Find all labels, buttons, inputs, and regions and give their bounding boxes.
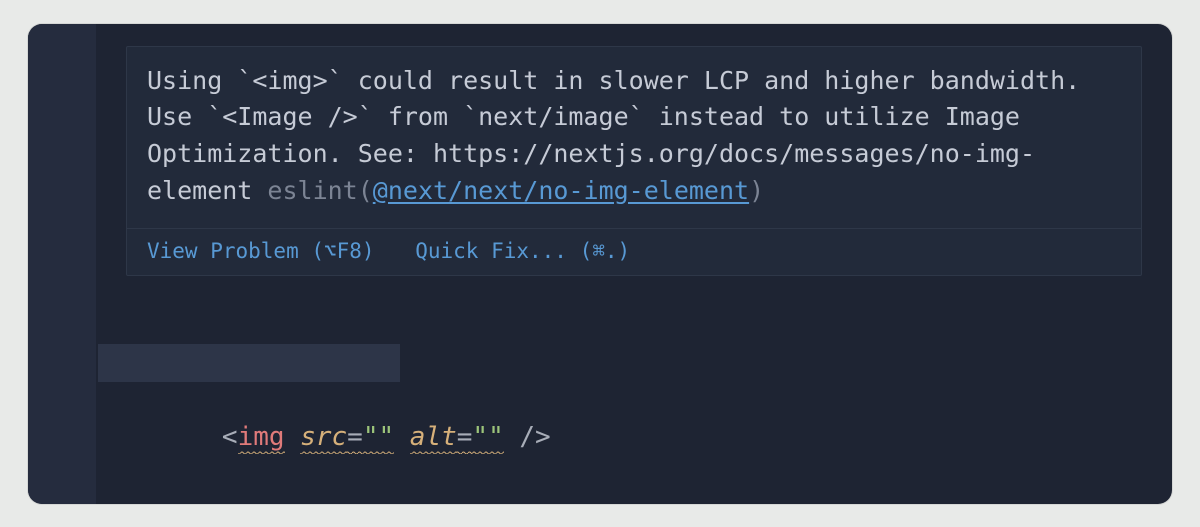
code-area[interactable]: <img src="" alt="" /> <a href="/">home</… xyxy=(28,344,1172,504)
eslint-source-label: eslint( xyxy=(267,176,372,205)
close-paren: ) xyxy=(749,176,764,205)
selection-highlight xyxy=(98,344,400,382)
src-val: "" xyxy=(363,422,394,454)
quick-fix-action[interactable]: Quick Fix... (⌘.) xyxy=(415,239,630,263)
alt-attr: alt xyxy=(410,422,457,454)
code-line-anchor[interactable]: <a href="/">home</a> xyxy=(28,494,1172,503)
diagnostic-message: Using `<img>` could result in slower LCP… xyxy=(127,47,1141,228)
code-line-img[interactable]: <img src="" alt="" /> xyxy=(28,344,1172,495)
alt-val: "" xyxy=(472,422,503,454)
diagnostic-hover-panel: Using `<img>` could result in slower LCP… xyxy=(126,46,1142,276)
src-attr: src xyxy=(300,422,347,454)
editor-frame: Using `<img>` could result in slower LCP… xyxy=(28,24,1172,504)
eslint-rule-link[interactable]: @next/next/no-img-element xyxy=(373,176,749,205)
diagnostic-actions: View Problem (⌥F8) Quick Fix... (⌘.) xyxy=(127,228,1141,275)
img-tag: img xyxy=(238,422,285,454)
view-problem-action[interactable]: View Problem (⌥F8) xyxy=(147,239,375,263)
selfclose: /> xyxy=(519,422,550,452)
